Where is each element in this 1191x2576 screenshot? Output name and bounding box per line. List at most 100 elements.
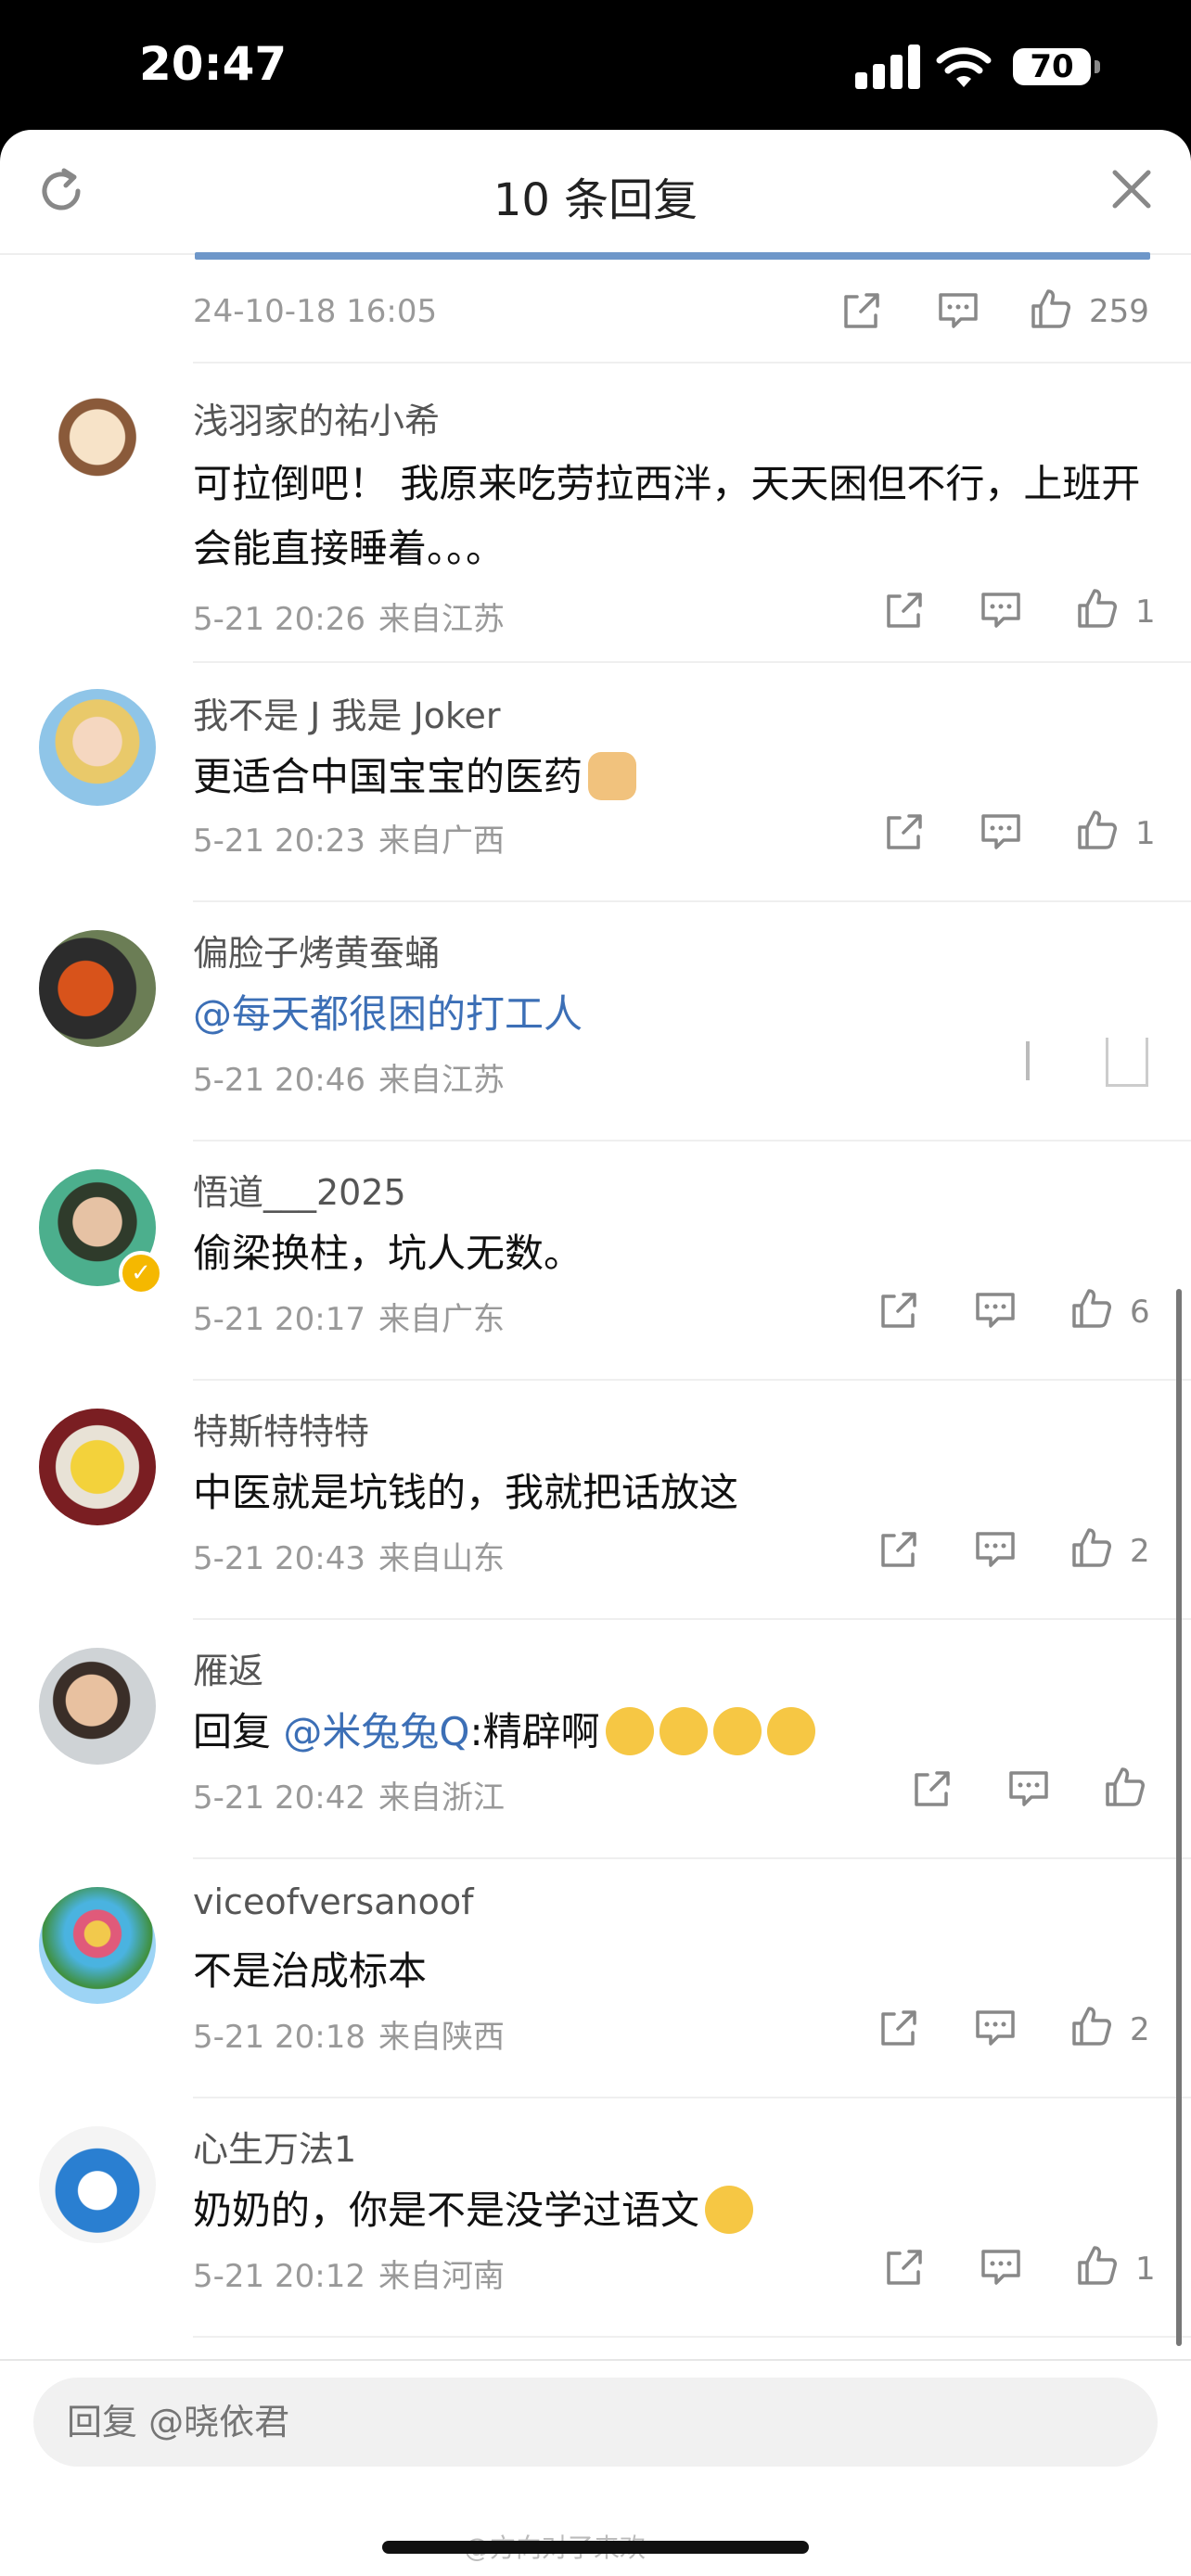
avatar[interactable] xyxy=(39,1648,156,1765)
status-time: 20:47 xyxy=(139,37,288,91)
comment-time: 5-21 20:23 xyxy=(193,823,365,860)
like-icon[interactable] xyxy=(1069,1524,1115,1571)
input-divider xyxy=(0,2359,1191,2361)
comment-text-body: 奶奶的，你是不是没学过语文 xyxy=(193,2187,700,2233)
page-title: 10 条回复 xyxy=(493,174,698,226)
comment-author[interactable]: 特斯特特特 xyxy=(193,1403,369,1454)
comment-location: 来自陕西 xyxy=(378,2019,505,2056)
laughing-tears-icon xyxy=(705,2185,754,2234)
battery-indicator: 70 xyxy=(1013,48,1100,85)
like-icon[interactable] xyxy=(1106,1038,1148,1087)
comment-icon[interactable] xyxy=(935,287,981,334)
avatar[interactable] xyxy=(39,689,156,806)
like-count: 2 xyxy=(1130,2011,1150,2048)
comment-meta: 5-21 20:42 来自浙江 xyxy=(193,1772,505,1817)
like-count: 1 xyxy=(1135,815,1156,852)
avatar[interactable] xyxy=(39,2126,156,2243)
comment-meta: 5-21 20:17 来自广东 xyxy=(193,1294,505,1339)
like-icon[interactable] xyxy=(1074,2242,1121,2289)
comment-icon[interactable] xyxy=(978,587,1024,633)
like-icon[interactable] xyxy=(1074,585,1121,631)
divider xyxy=(193,362,1191,363)
comment-text: @每天都很困的打工人 xyxy=(193,982,1148,1047)
reply-prefix: 回复 xyxy=(193,1709,272,1754)
previous-comment-image-edge xyxy=(195,252,1150,260)
avatar[interactable] xyxy=(39,930,156,1047)
reply-input[interactable] xyxy=(33,2378,1139,2467)
share-icon[interactable] xyxy=(876,1287,922,1333)
like-count: 6 xyxy=(1130,1294,1150,1331)
avatar[interactable] xyxy=(39,1887,156,2004)
comment-icon[interactable] xyxy=(972,1287,1018,1333)
comment-location: 来自江苏 xyxy=(378,601,505,638)
comment-text: 偷梁换柱，坑人无数。 xyxy=(193,1231,583,1276)
comment-text: 不是治成标本 xyxy=(193,1948,428,1994)
like-icon[interactable] xyxy=(1069,2003,1115,2049)
like-count: 259 xyxy=(1089,293,1149,330)
close-icon[interactable] xyxy=(1106,163,1158,215)
comment-location: 来自浙江 xyxy=(378,1779,505,1817)
comment-text: 中医就是坑钱的，我就把话放这 xyxy=(193,1470,739,1515)
comment-location: 来自广东 xyxy=(378,1301,505,1338)
comment-meta: 5-21 20:26 来自江苏 xyxy=(193,593,505,639)
replies-sheet: 10 条回复 24-10-18 16:05 259 浅羽家的祐小希 可拉倒吧！ … xyxy=(0,130,1191,2576)
like-count: 2 xyxy=(1130,1533,1150,1570)
comment-location: 来自河南 xyxy=(378,2258,505,2295)
share-icon[interactable] xyxy=(876,2005,922,2051)
reply-input-container[interactable] xyxy=(33,2378,1158,2467)
comment-item: 心生万法1 奶奶的，你是不是没学过语文 5-21 20:12 来自河南 1 xyxy=(0,2098,1191,2338)
comment-time: 5-21 20:46 xyxy=(193,1062,365,1099)
sheet-header: 10 条回复 xyxy=(0,130,1191,255)
comment-author[interactable]: viceofversanoof xyxy=(193,1881,473,1922)
comment-time: 24-10-18 16:05 xyxy=(193,293,438,330)
comment-text: 可拉倒吧！ 我原来吃劳拉西泮，天天困但不行，上班开会能直接睡着。。。 xyxy=(193,461,1141,571)
like-icon[interactable] xyxy=(1028,286,1074,332)
comment-text: 回复 @米兔兔Q:精辟啊 xyxy=(193,1700,1148,1765)
comment-time: 5-21 20:18 xyxy=(193,2019,365,2056)
crying-laughing-icon xyxy=(659,1706,708,1755)
comment-author[interactable]: 我不是 J 我是 Joker xyxy=(193,687,501,738)
comment-item: 我不是 J 我是 Joker 更适合中国宝宝的医药 5-21 20:23 来自广西… xyxy=(0,663,1191,902)
comment-text: 奶奶的，你是不是没学过语文 xyxy=(193,2178,1148,2243)
like-icon[interactable] xyxy=(1102,1764,1148,1810)
comment-time: 5-21 20:12 xyxy=(193,2258,365,2295)
comment-meta: 5-21 20:43 来自山东 xyxy=(193,1533,505,1578)
like-icon[interactable] xyxy=(1074,807,1121,853)
comment-location: 来自广西 xyxy=(378,823,505,860)
comment-time: 5-21 20:42 xyxy=(193,1779,365,1817)
like-icon[interactable] xyxy=(1069,1285,1115,1332)
comment-location: 来自江苏 xyxy=(378,1062,505,1099)
comment-author[interactable]: 浅羽家的祐小希 xyxy=(193,392,440,443)
share-icon[interactable] xyxy=(881,2244,928,2290)
avatar[interactable] xyxy=(39,390,156,507)
comment-item: ✓ 悟道___2025 偷梁换柱，坑人无数。 5-21 20:17 来自广东 6 xyxy=(0,1141,1191,1381)
comment-icon[interactable] xyxy=(1005,1766,1052,1812)
share-icon[interactable] xyxy=(839,287,885,334)
crying-laughing-icon xyxy=(766,1706,815,1755)
comment-meta: 5-21 20:46 来自江苏 xyxy=(193,1054,505,1100)
scrollbar[interactable] xyxy=(1176,1289,1182,2346)
comment-author[interactable]: 偏脸子烤黄蚕蛹 xyxy=(193,925,440,976)
comment-icon[interactable] xyxy=(972,2005,1018,2051)
avatar[interactable] xyxy=(39,1409,156,1525)
share-icon[interactable] xyxy=(876,1526,922,1573)
comment-icon[interactable] xyxy=(972,1526,1018,1573)
comment-item: 雁返 回复 @米兔兔Q:精辟啊 5-21 20:42 来自浙江 xyxy=(0,1620,1191,1859)
status-bar: 20:47 70 xyxy=(0,0,1191,130)
share-icon[interactable] xyxy=(909,1766,955,1812)
previous-comment-meta: 24-10-18 16:05 259 xyxy=(0,269,1191,351)
share-icon[interactable] xyxy=(881,809,928,855)
comment-icon[interactable] xyxy=(978,2244,1024,2290)
comment-author[interactable]: 雁返 xyxy=(193,1642,263,1693)
comment-author[interactable]: 悟道___2025 xyxy=(193,1164,406,1215)
comment-item: 偏脸子烤黄蚕蛹 @每天都很困的打工人 5-21 20:46 来自江苏 xyxy=(0,902,1191,1141)
comment-text: 更适合中国宝宝的医药 xyxy=(193,745,1148,810)
mention-link[interactable]: @每天都很困的打工人 xyxy=(193,991,583,1037)
comment-icon[interactable] xyxy=(978,809,1024,855)
comment-author[interactable]: 心生万法1 xyxy=(193,2121,356,2172)
share-icon[interactable] xyxy=(881,587,928,633)
mention-link[interactable]: @米兔兔Q xyxy=(283,1709,469,1754)
home-indicator[interactable] xyxy=(382,2541,809,2554)
wifi-icon xyxy=(936,47,992,87)
like-count: 1 xyxy=(1135,2251,1156,2288)
